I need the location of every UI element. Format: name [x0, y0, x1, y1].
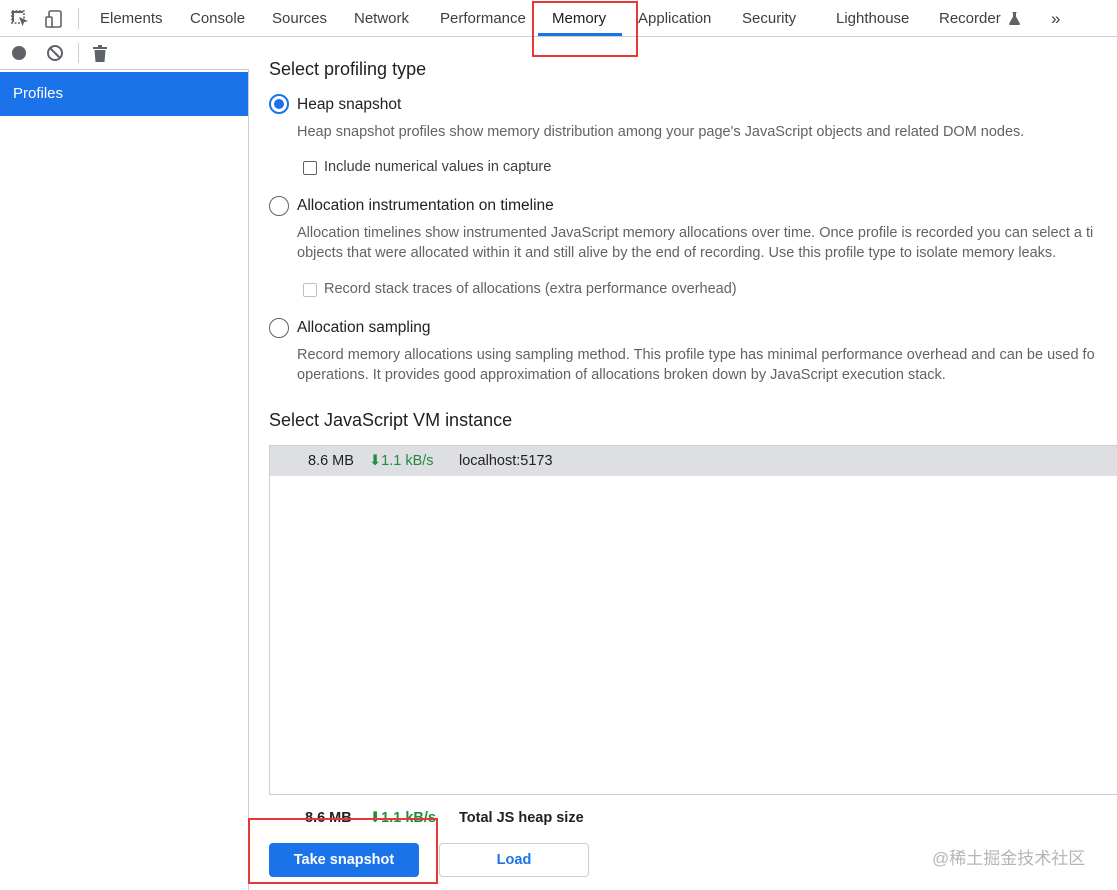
record-stack-traces-checkbox[interactable]	[303, 283, 317, 297]
device-toolbar-icon[interactable]	[43, 8, 65, 30]
vm-instance-row[interactable]: 8.6 MB ⬇1.1 kB/s localhost:5173	[270, 446, 1117, 476]
tab-elements[interactable]: Elements	[100, 0, 163, 37]
total-heap-label: Total JS heap size	[459, 810, 584, 826]
tab-application[interactable]: Application	[638, 0, 711, 37]
clear-all-icon[interactable]	[45, 43, 65, 63]
tab-console[interactable]: Console	[190, 0, 245, 37]
allocation-timeline-radio[interactable]	[269, 196, 289, 216]
trash-icon[interactable]	[90, 43, 110, 63]
tab-recorder[interactable]: Recorder	[939, 0, 1020, 37]
allocation-sampling-radio[interactable]	[269, 318, 289, 338]
highlight-box-take-snapshot	[248, 818, 438, 884]
tab-lighthouse[interactable]: Lighthouse	[836, 0, 909, 37]
allocation-timeline-description-line2: objects that were allocated within it an…	[297, 245, 1057, 261]
allocation-timeline-label[interactable]: Allocation instrumentation on timeline	[297, 197, 554, 215]
heap-snapshot-radio[interactable]	[269, 94, 289, 114]
allocation-timeline-description-line1: Allocation timelines show instrumented J…	[297, 225, 1094, 241]
vm-instance-name: localhost:5173	[459, 453, 553, 469]
heap-snapshot-label[interactable]: Heap snapshot	[297, 96, 401, 114]
tab-network[interactable]: Network	[354, 0, 409, 37]
vm-instance-heading: Select JavaScript VM instance	[269, 410, 513, 430]
vm-instance-rate: ⬇1.1 kB/s	[369, 453, 434, 469]
sidebar-item-profiles[interactable]: Profiles	[0, 72, 248, 116]
profiling-type-heading: Select profiling type	[269, 59, 427, 79]
allocation-sampling-description-line2: operations. It provides good approximati…	[297, 367, 946, 383]
allocation-sampling-description-line1: Record memory allocations using sampling…	[297, 347, 1095, 363]
allocation-sampling-label[interactable]: Allocation sampling	[297, 319, 431, 337]
profiles-sidebar: Profiles	[0, 70, 249, 890]
record-icon[interactable]	[9, 43, 29, 63]
profiles-toolbar	[0, 37, 249, 70]
toolbar-divider	[78, 8, 79, 29]
inspect-element-icon[interactable]	[9, 8, 31, 30]
load-button[interactable]: Load	[439, 843, 589, 877]
experiment-flask-icon	[1008, 2, 1020, 39]
tab-sources[interactable]: Sources	[272, 0, 327, 37]
include-numerical-values-checkbox[interactable]	[303, 161, 317, 175]
toolbar-divider	[78, 43, 79, 63]
tab-recorder-label: Recorder	[939, 10, 1001, 27]
heap-snapshot-description: Heap snapshot profiles show memory distr…	[297, 124, 1025, 140]
include-numerical-values-label[interactable]: Include numerical values in capture	[324, 159, 551, 175]
vm-instance-list: 8.6 MB ⬇1.1 kB/s localhost:5173	[269, 445, 1117, 795]
memory-panel: Select profiling type Heap snapshot Heap…	[249, 37, 1117, 890]
tab-performance[interactable]: Performance	[440, 0, 526, 37]
vm-instance-size: 8.6 MB	[308, 453, 354, 469]
more-tabs-button[interactable]: »	[1051, 0, 1060, 37]
tab-security[interactable]: Security	[742, 0, 796, 37]
watermark: @稀土掘金技术社区	[932, 849, 1086, 868]
record-stack-traces-label[interactable]: Record stack traces of allocations (extr…	[324, 281, 737, 297]
